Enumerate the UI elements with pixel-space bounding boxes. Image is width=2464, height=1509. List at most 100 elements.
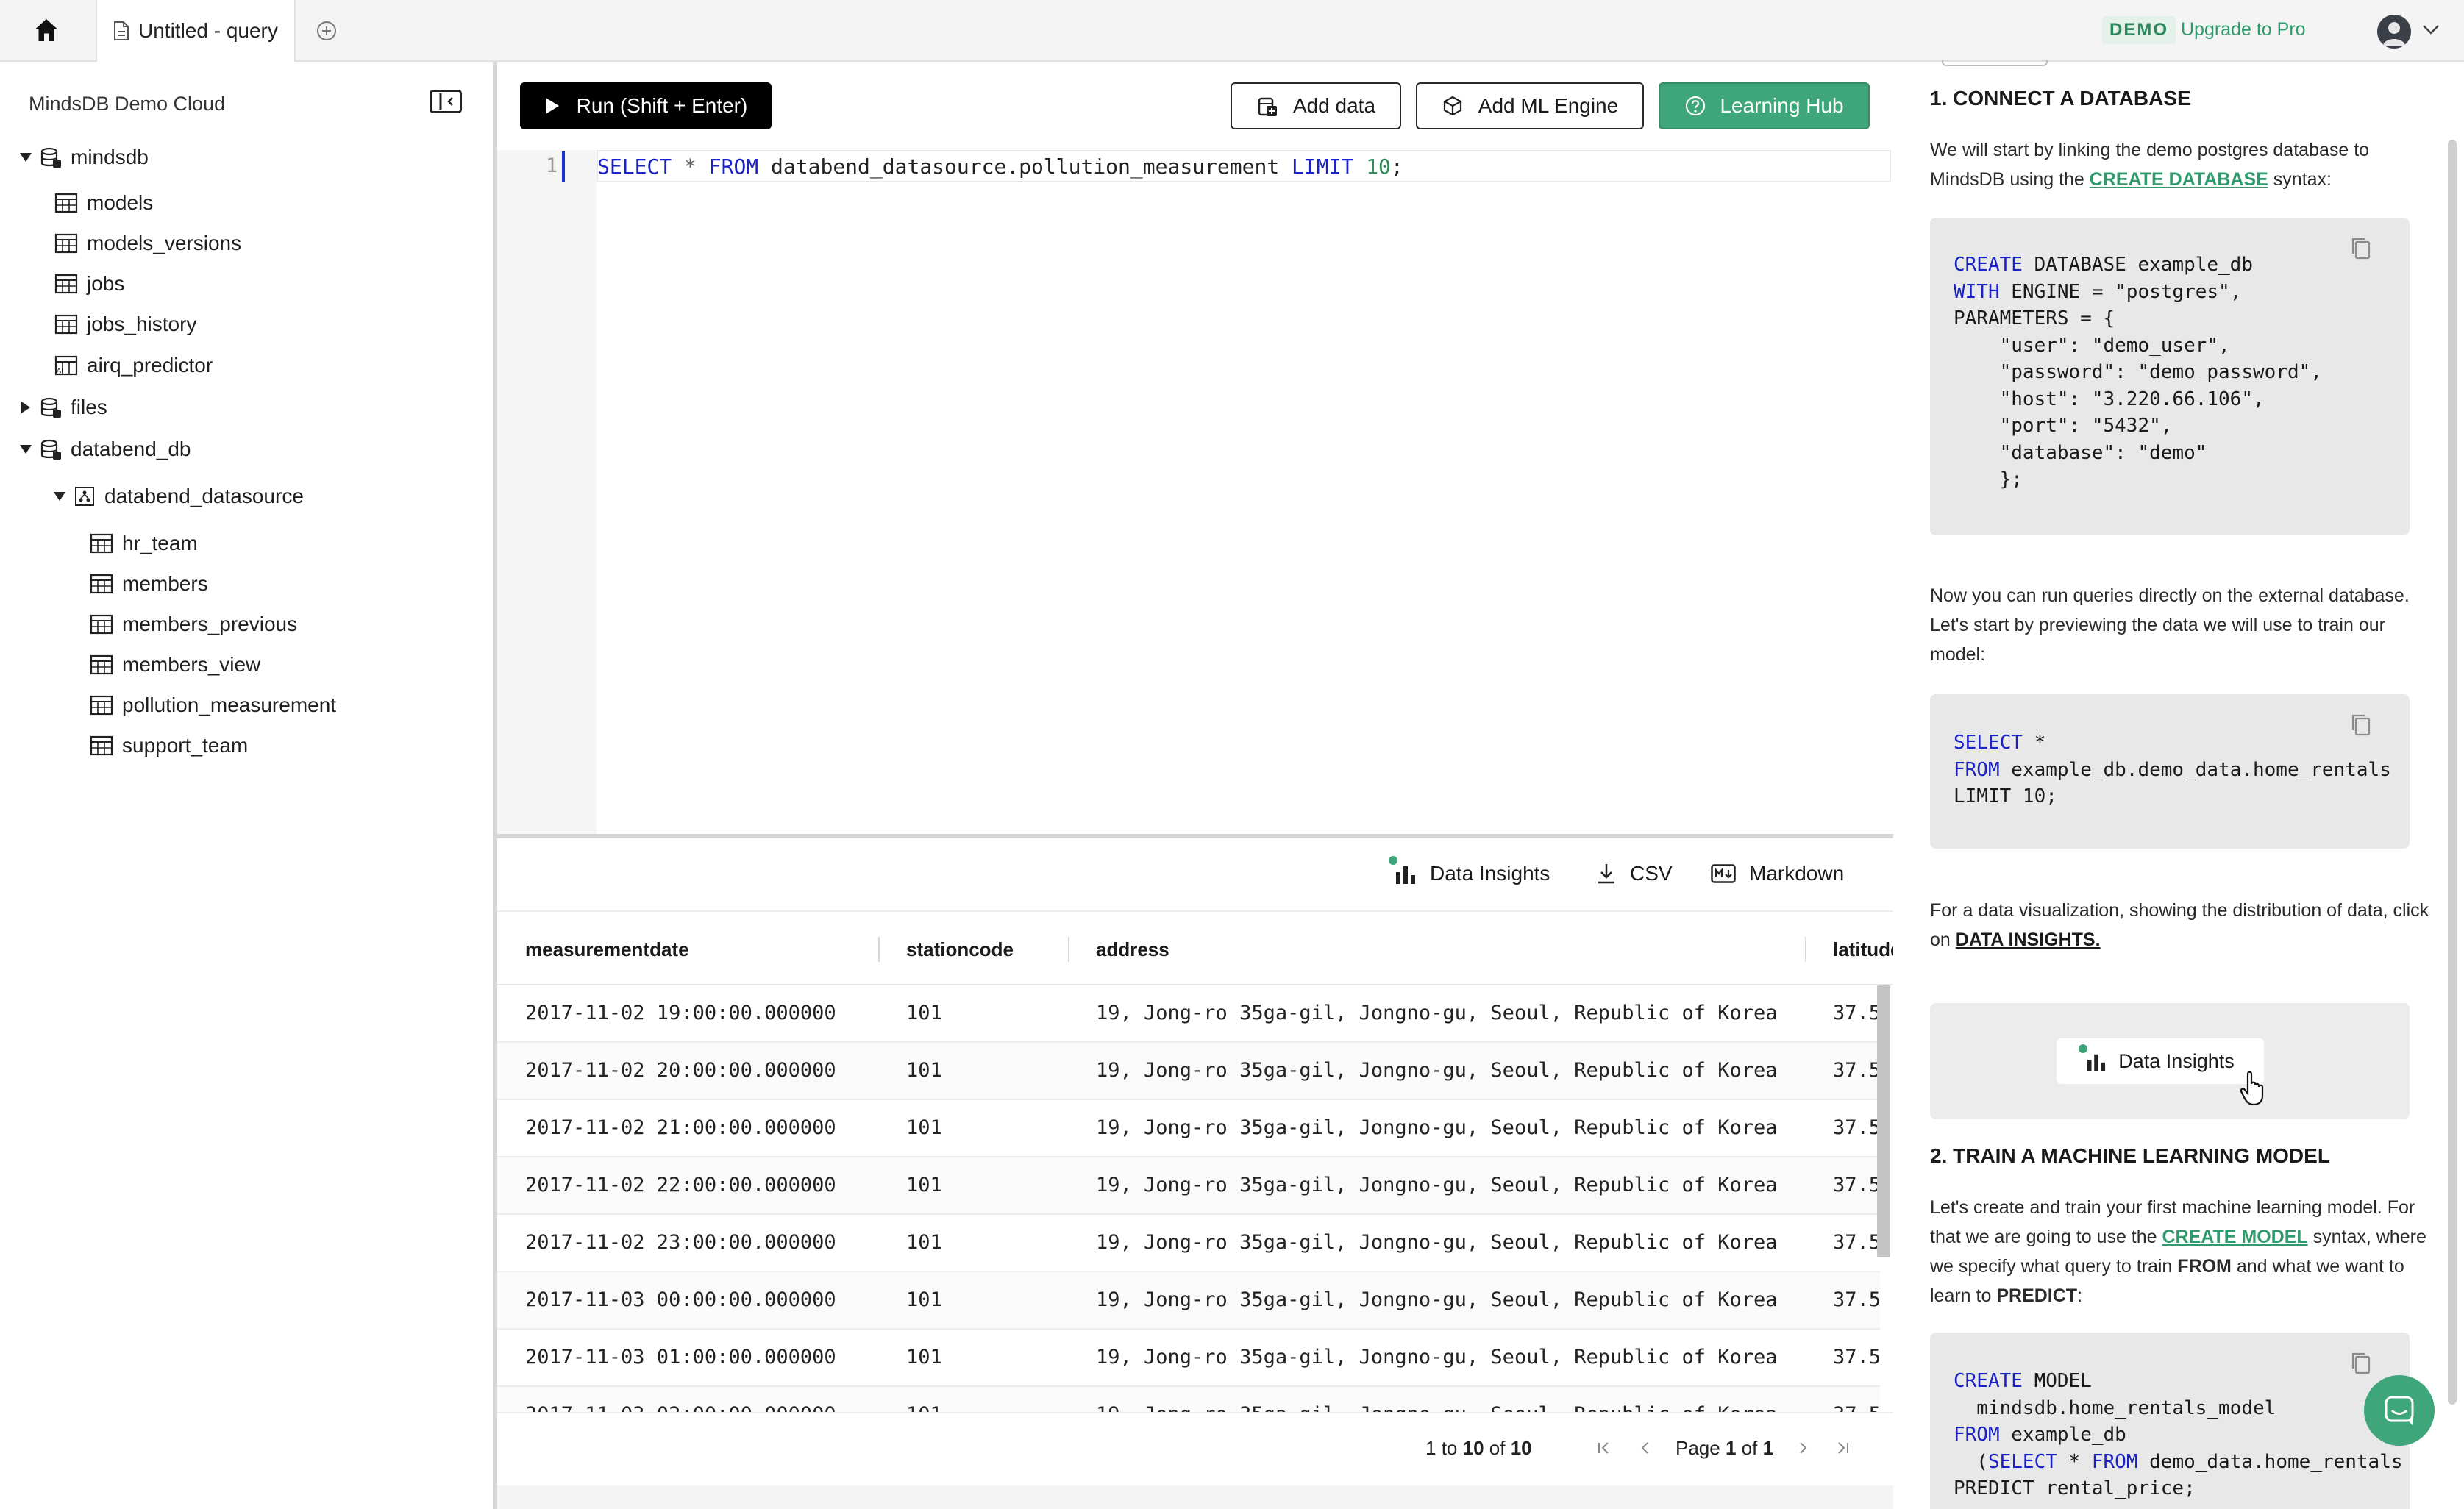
sidebar-item-databend-datasource[interactable]: databend_datasource xyxy=(51,480,304,513)
sidebar-item-models-versions[interactable]: models_versions xyxy=(54,227,241,260)
download-icon xyxy=(1598,864,1614,884)
range-to: 10 xyxy=(1462,1437,1484,1459)
column-divider[interactable] xyxy=(1805,937,1806,962)
sidebar-item-label: mindsdb xyxy=(71,146,149,168)
sidebar-item-members[interactable]: members xyxy=(90,568,208,600)
sql-number: 10 xyxy=(1366,154,1391,179)
export-csv-button[interactable]: CSV xyxy=(1596,862,1673,885)
table-row[interactable]: 2017-11-02 20:00:00.000000 101 19, Jong-ro… xyxy=(497,1043,1881,1100)
data-insights-demo-button[interactable]: Data Insights xyxy=(2057,1038,2264,1084)
table-row[interactable]: 2017-11-03 01:00:00.000000 101 19, Jong-ro… xyxy=(497,1330,1881,1387)
sidebar-item-support-team[interactable]: support_team xyxy=(90,729,248,762)
last-page-icon xyxy=(1838,1442,1848,1454)
model-icon: AI xyxy=(54,354,78,377)
sidebar-item-members-previous[interactable]: members_previous xyxy=(90,608,297,641)
create-model-link[interactable]: CREATE MODEL xyxy=(2162,1227,2308,1247)
panel-scrollbar[interactable] xyxy=(2448,140,2457,1405)
export-markdown-label: Markdown xyxy=(1749,862,1845,885)
sidebar-item-jobs-history[interactable]: jobs_history xyxy=(54,308,196,340)
caret-down-icon[interactable] xyxy=(51,491,68,502)
avatar[interactable] xyxy=(2377,15,2411,49)
caret-right-icon[interactable] xyxy=(18,401,34,414)
prev-page-button[interactable] xyxy=(1634,1437,1656,1459)
collapse-sidebar-button[interactable] xyxy=(430,90,462,113)
sidebar-item-files[interactable]: files xyxy=(18,391,107,424)
table-cell: 2017-11-02 21:00:00.000000 xyxy=(525,1116,836,1139)
tab-title: Untitled - query xyxy=(138,19,278,42)
sidebar-item-label: jobs xyxy=(87,272,125,295)
column-header[interactable]: latitude xyxy=(1833,938,1893,961)
sidebar-item-mindsdb[interactable]: mindsdb xyxy=(18,141,149,174)
table-cell: 19, Jong-ro 35ga-gil, Jongno-gu, Seoul, … xyxy=(1096,1288,1778,1311)
home-button[interactable] xyxy=(22,12,71,49)
table-cell: 37.5 xyxy=(1833,1002,1881,1024)
table-row[interactable]: 2017-11-03 02:00:00.00000010119, Jong-ro… xyxy=(497,1387,1881,1413)
table-scrollbar[interactable] xyxy=(1877,985,1890,1258)
sidebar-item-databend-db[interactable]: databend_db xyxy=(18,433,191,465)
new-tab-button[interactable] xyxy=(312,16,341,46)
copy-icon[interactable] xyxy=(2349,235,2373,262)
sidebar-item-hr-team[interactable]: hr_team xyxy=(90,527,198,560)
sidebar-item-label: members_previous xyxy=(122,613,298,635)
export-markdown-button[interactable]: Markdown xyxy=(1711,862,1844,885)
sidebar-item-label: pollution_measurement xyxy=(122,693,337,716)
table-cell: 19, Jong-ro 35ga-gil, Jongno-gu, Seoul, … xyxy=(1096,1059,1778,1082)
text-cursor xyxy=(562,151,565,182)
caret-down-icon[interactable] xyxy=(18,444,34,454)
add-data-button[interactable]: Add data xyxy=(1231,82,1401,129)
markdown-icon xyxy=(1711,864,1736,883)
table-icon xyxy=(90,694,113,716)
sidebar-item-pollution-measurement[interactable]: pollution_measurement xyxy=(90,689,336,721)
sidebar-item-label: hr_team xyxy=(122,532,198,554)
step2-text-d: : xyxy=(2077,1285,2083,1306)
chevron-down-icon[interactable] xyxy=(2421,22,2440,37)
table-cell: 101 xyxy=(906,1002,942,1024)
column-divider[interactable] xyxy=(1068,937,1069,962)
sidebar-item-airq-predictor[interactable]: AI airq_predictor xyxy=(54,349,213,382)
column-header[interactable]: stationcode xyxy=(906,938,1014,961)
sidebar-title: MindsDB Demo Cloud xyxy=(29,93,226,115)
schema-icon xyxy=(74,485,96,507)
database-icon xyxy=(40,146,62,168)
learning-hub-button[interactable]: Learning Hub xyxy=(1659,82,1870,129)
table-body: 2017-11-02 19:00:00.000000 101 19, Jong-ro… xyxy=(497,985,1893,1413)
table-row[interactable]: 2017-11-02 21:00:00.000000 101 19, Jong-ro… xyxy=(497,1100,1881,1157)
table-cell: 2017-11-02 22:00:00.000000 xyxy=(525,1174,836,1196)
support-chat-button[interactable] xyxy=(2364,1375,2435,1446)
chevron-left-icon xyxy=(1641,1442,1648,1454)
add-ml-engine-button[interactable]: Add ML Engine xyxy=(1416,82,1644,129)
first-page-button[interactable] xyxy=(1593,1437,1615,1459)
next-page-button[interactable] xyxy=(1792,1437,1814,1459)
sidebar-item-members-view[interactable]: members_view xyxy=(90,649,260,681)
create-database-link[interactable]: CREATE DATABASE xyxy=(2090,169,2268,190)
data-insights-button[interactable]: Data Insights xyxy=(1389,856,1550,885)
sidebar-item-label: databend_db xyxy=(71,438,191,460)
table-cell: 37.5 xyxy=(1833,1288,1881,1311)
table-row[interactable]: 2017-11-03 00:00:00.000000 101 19, Jong-ro… xyxy=(497,1272,1881,1330)
table-row[interactable]: 2017-11-02 19:00:00.000000 101 19, Jong-ro… xyxy=(497,985,1881,1043)
last-page-button[interactable] xyxy=(1831,1437,1854,1459)
table-row[interactable]: 2017-11-02 22:00:00.000000 101 19, Jong-ro… xyxy=(497,1157,1881,1215)
line-number: 1 xyxy=(546,154,558,177)
table-cell: 19, Jong-ro 35ga-gil, Jongno-gu, Seoul, … xyxy=(1096,1116,1778,1139)
tab-query[interactable]: Untitled - query xyxy=(96,0,296,62)
table-row[interactable]: 2017-11-02 23:00:00.000000 101 19, Jong-ro… xyxy=(497,1215,1881,1272)
sidebar-item-jobs[interactable]: jobs xyxy=(54,268,124,300)
table-header: measurementdate stationcode address lati… xyxy=(497,912,1893,985)
data-insights-link[interactable]: DATA INSIGHTS. xyxy=(1956,930,2101,950)
sql-query-line[interactable]: SELECT * FROM databend_datasource.pollut… xyxy=(597,154,1403,179)
sidebar-item-label: support_team xyxy=(122,734,249,757)
column-divider[interactable] xyxy=(878,937,880,962)
upgrade-link[interactable]: Upgrade to Pro xyxy=(2181,19,2306,40)
column-header[interactable]: address xyxy=(1096,938,1169,961)
caret-down-icon[interactable] xyxy=(18,152,34,163)
column-header[interactable]: measurementdate xyxy=(525,938,689,961)
table-cell: 37.5 xyxy=(1833,1346,1881,1369)
add-data-label: Add data xyxy=(1292,94,1376,117)
run-button[interactable]: Run (Shift + Enter) xyxy=(520,82,772,129)
table-cell: 101 xyxy=(906,1059,942,1082)
table-cell: 2017-11-03 01:00:00.000000 xyxy=(525,1346,836,1369)
code-block-select: SELECT * FROM example_db.demo_data.home_… xyxy=(1930,694,2410,849)
sidebar-item-models[interactable]: models xyxy=(54,187,153,219)
run-button-label: Run (Shift + Enter) xyxy=(576,94,748,117)
